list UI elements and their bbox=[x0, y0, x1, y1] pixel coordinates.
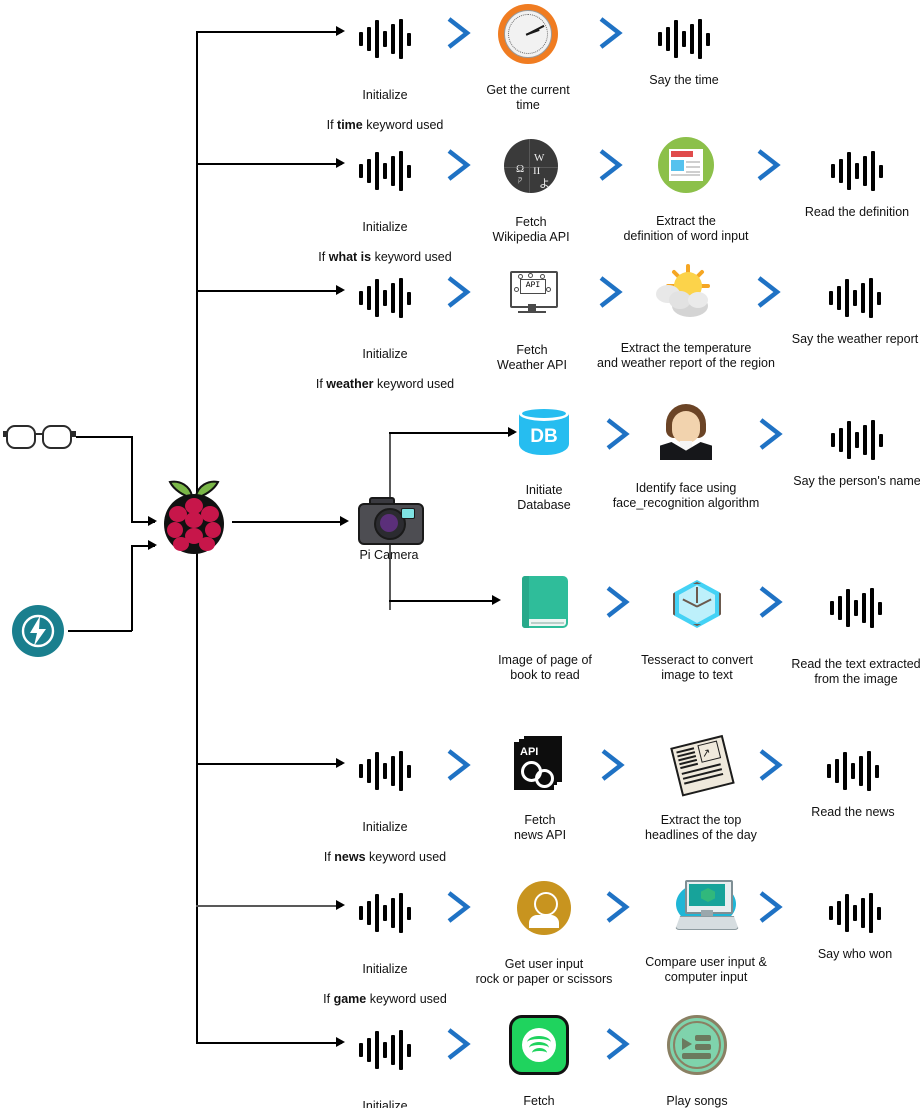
flowchart-canvas: Pi Camera Initialize If time keyword use… bbox=[0, 0, 920, 1108]
api-doc-label: API bbox=[520, 746, 539, 758]
eyeglasses-icon bbox=[0, 418, 80, 456]
playlist-label: Play songsfrom playlist bbox=[666, 1094, 728, 1108]
say-person-name-label: Say the person's name bbox=[793, 474, 920, 488]
say-weather-label: Say the weather report bbox=[791, 332, 919, 346]
say-weather-node[interactable]: Say the weather report bbox=[770, 267, 920, 347]
raspberry-pi-logo-icon bbox=[149, 478, 239, 558]
pi-camera-label: Pi Camera bbox=[359, 548, 419, 562]
book-icon bbox=[470, 573, 620, 635]
read-extracted-text-label: Read the text extracted from the image bbox=[791, 657, 920, 686]
audio-waveform-icon bbox=[770, 267, 920, 329]
whatis-initialize-label: Initialize If what is keyword used bbox=[318, 220, 452, 264]
api-chip-label: API bbox=[520, 279, 546, 294]
connector-hub-to-camera bbox=[232, 521, 344, 523]
audio-waveform-icon bbox=[771, 577, 920, 639]
raspberry-pi-node[interactable] bbox=[149, 478, 239, 558]
audio-waveform-icon bbox=[770, 882, 920, 944]
playlist-node[interactable]: Play songsfrom playlist bbox=[632, 1014, 762, 1108]
camera-icon bbox=[334, 495, 444, 545]
playlist-icon bbox=[632, 1014, 762, 1076]
say-person-name-node[interactable]: Say the person's name bbox=[772, 409, 920, 489]
chevron-right-icon bbox=[600, 1024, 634, 1064]
read-definition-node[interactable]: Read the definition bbox=[772, 140, 920, 220]
read-definition-label: Read the definition bbox=[804, 205, 910, 219]
connector-power-v bbox=[131, 545, 133, 631]
chevron-right-icon bbox=[441, 745, 475, 785]
power-button-icon bbox=[0, 603, 78, 659]
say-winner-label: Say who won bbox=[817, 947, 893, 961]
chevron-right-icon bbox=[441, 1024, 475, 1064]
eyeglasses-node[interactable] bbox=[0, 418, 80, 456]
book-label: Image of page of book to read bbox=[498, 653, 592, 682]
read-news-label: Read the news bbox=[811, 805, 895, 819]
spotify-node[interactable]: FetchSpotify API bbox=[479, 1014, 599, 1108]
say-winner-node[interactable]: Say who won bbox=[770, 882, 920, 962]
say-time-node[interactable]: Say the time bbox=[599, 8, 769, 88]
read-news-node[interactable]: Read the news bbox=[768, 740, 920, 820]
power-node[interactable] bbox=[0, 603, 78, 659]
spotify-icon bbox=[479, 1014, 599, 1076]
say-time-label: Say the time bbox=[649, 73, 719, 87]
audio-waveform-icon bbox=[768, 740, 920, 802]
time-initialize-label: Initialize If time keyword used bbox=[326, 88, 444, 132]
connector-glasses-v bbox=[131, 436, 133, 522]
tesseract-label: Tesseract to convert image to text bbox=[641, 653, 753, 682]
music-initialize-label: Initialize If music keyword used bbox=[362, 1099, 408, 1108]
db-label: DB bbox=[530, 426, 558, 447]
news-api-node[interactable]: API Fetch news API bbox=[480, 733, 600, 843]
extract-definition-label: Extract the definition of word input bbox=[623, 214, 749, 243]
identify-face-label: Identify face using face_recognition algo… bbox=[612, 481, 760, 510]
book-node[interactable]: Image of page of book to read bbox=[470, 573, 620, 683]
read-extracted-text-node[interactable]: Read the text extracted from the image bbox=[771, 577, 920, 687]
news-initialize-label: Initialize If news keyword used bbox=[323, 820, 447, 864]
clock-node[interactable]: Get the current time bbox=[468, 3, 588, 113]
spotify-label: FetchSpotify API bbox=[523, 1094, 555, 1108]
audio-waveform-icon bbox=[599, 8, 769, 70]
connector-glasses-h1 bbox=[76, 436, 132, 438]
api-document-icon: API bbox=[480, 733, 600, 795]
audio-waveform-icon bbox=[772, 409, 920, 471]
clock-icon bbox=[468, 3, 588, 65]
news-api-label: Fetch news API bbox=[513, 813, 567, 842]
chevron-right-icon bbox=[441, 272, 475, 312]
pi-camera-node[interactable]: Pi Camera bbox=[334, 495, 444, 563]
clock-label: Get the current time bbox=[486, 83, 570, 112]
audio-waveform-icon bbox=[772, 140, 920, 202]
weather-initialize-label: Initialize If weather keyword used bbox=[315, 347, 455, 391]
